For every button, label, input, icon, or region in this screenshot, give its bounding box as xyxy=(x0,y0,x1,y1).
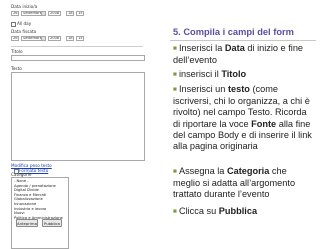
start-day-select[interactable]: 26 xyxy=(11,11,19,16)
instruction-item: ■ Assegna la Categoria che meglio si adat… xyxy=(173,166,296,200)
category-select-list[interactable]: - None - Agenda / prenotazione Digital D… xyxy=(11,177,69,249)
allday-label: All day xyxy=(17,21,32,26)
form-divider xyxy=(11,46,143,47)
end-year-select[interactable]: 2008 xyxy=(48,36,61,41)
instruction-item: ■ Clicca su Pubblica xyxy=(173,206,258,216)
end-date-label: Data fissata xyxy=(11,29,37,34)
title-label: Titolo xyxy=(11,49,23,54)
instruction-item: ■ Inserisci un testo (come iscriversi, ch… xyxy=(173,84,312,152)
event-form: Data inizio/a 26 Settembre 2008 18 15 Al… xyxy=(0,0,162,249)
instruction-item: ■ Inserisci la Data di inizio e fine dell… xyxy=(173,43,304,66)
instruction-item: ■ inserisci il Titolo xyxy=(173,69,247,79)
end-day-select[interactable]: 26 xyxy=(11,36,19,41)
body-textarea[interactable] xyxy=(11,72,145,161)
body-label: Testo xyxy=(11,66,22,71)
square-bullet-icon: ■ xyxy=(173,168,177,175)
instructions-title: 5. Compila i campi del form xyxy=(173,27,294,37)
square-bullet-icon: ■ xyxy=(173,86,177,93)
square-bullet-icon: ■ xyxy=(173,45,177,52)
start-month-select[interactable]: Settembre xyxy=(21,11,46,16)
square-bullet-icon: ■ xyxy=(173,71,177,78)
end-hour-select[interactable]: 18 xyxy=(66,36,74,41)
square-bullet-icon: ■ xyxy=(173,208,177,215)
title-underline xyxy=(170,40,316,41)
preview-button[interactable]: Anteprima xyxy=(16,219,38,227)
start-hour-select[interactable]: 18 xyxy=(66,11,74,16)
end-minute-select[interactable]: 15 xyxy=(76,36,84,41)
allday-checkbox[interactable] xyxy=(11,22,16,27)
start-minute-select[interactable]: 15 xyxy=(76,11,84,16)
end-month-select[interactable]: Settembre xyxy=(21,36,46,41)
title-input[interactable] xyxy=(11,55,145,61)
instructions-panel: 5. Compila i campi del form ■ Inserisci l… xyxy=(170,0,316,239)
start-year-select[interactable]: 2008 xyxy=(48,11,61,16)
start-date-label: Data inizio/a xyxy=(11,4,38,9)
publish-button[interactable]: Pubblica xyxy=(42,219,62,227)
